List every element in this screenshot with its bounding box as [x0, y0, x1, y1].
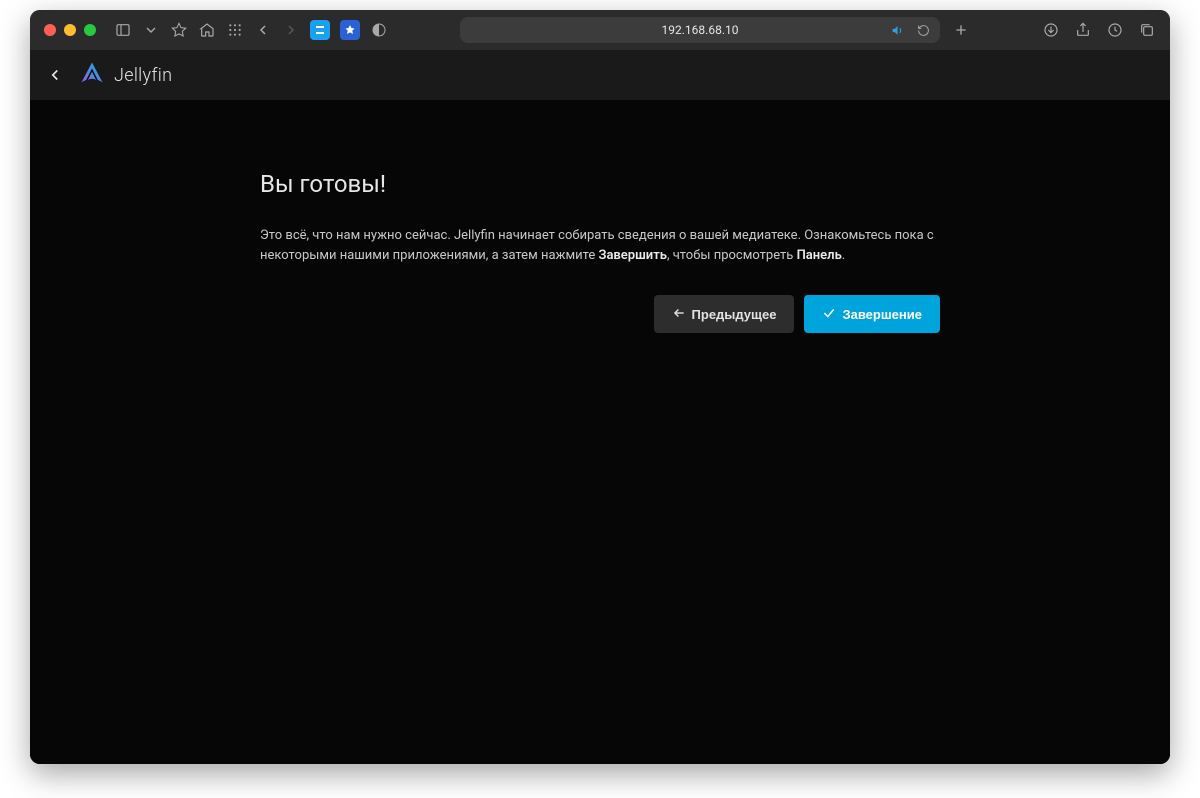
- address-url: 192.168.68.10: [662, 23, 739, 37]
- app-brand-name: Jellyfin: [114, 65, 172, 86]
- finish-button[interactable]: Завершение: [804, 295, 940, 333]
- app-logo[interactable]: Jellyfin: [78, 59, 172, 91]
- nav-forward-icon[interactable]: [282, 21, 300, 39]
- browser-window: 192.168.68.10: [30, 10, 1170, 764]
- downloads-icon[interactable]: [1042, 21, 1060, 39]
- body-bold-1: Завершить: [598, 248, 666, 263]
- app-header: Jellyfin: [30, 50, 1170, 100]
- new-tab-icon[interactable]: [952, 21, 970, 39]
- app-area: Jellyfin Вы готовы! Это всё, что нам нуж…: [30, 50, 1170, 764]
- home-icon[interactable]: [198, 21, 216, 39]
- chevron-down-icon[interactable]: [142, 21, 160, 39]
- previous-button[interactable]: Предыдущее: [654, 295, 795, 333]
- share-icon[interactable]: [1074, 21, 1092, 39]
- minimize-window-icon[interactable]: [64, 24, 76, 36]
- toolbar-left: [114, 20, 388, 40]
- body-part-2: , чтобы просмотреть: [667, 248, 797, 263]
- address-bar[interactable]: 192.168.68.10: [460, 17, 940, 43]
- history-icon[interactable]: [1106, 21, 1124, 39]
- address-bar-container: 192.168.68.10: [410, 17, 1020, 43]
- zoom-window-icon[interactable]: [84, 24, 96, 36]
- wizard-button-row: Предыдущее Завершение: [260, 295, 940, 333]
- traffic-lights: [44, 24, 96, 36]
- arrow-left-icon: [672, 306, 686, 323]
- check-icon: [822, 306, 836, 323]
- contrast-shield-icon[interactable]: [370, 21, 388, 39]
- wizard-finished-panel: Вы готовы! Это всё, что нам нужно сейчас…: [260, 170, 940, 764]
- bookmark-star-icon[interactable]: [170, 21, 188, 39]
- jellyfin-logo-icon: [78, 59, 106, 91]
- back-button[interactable]: [46, 66, 64, 84]
- body-part-3: .: [842, 248, 845, 263]
- previous-button-label: Предыдущее: [692, 307, 777, 322]
- wizard-body-text: Это всё, что нам нужно сейчас. Jellyfin …: [260, 226, 940, 265]
- browser-chrome: 192.168.68.10: [30, 10, 1170, 50]
- toolbar-right: [1042, 21, 1156, 39]
- nav-back-icon[interactable]: [254, 21, 272, 39]
- close-window-icon[interactable]: [44, 24, 56, 36]
- tabs-overview-icon[interactable]: [1138, 21, 1156, 39]
- body-bold-2: Панель: [797, 248, 842, 263]
- apps-grid-icon[interactable]: [226, 21, 244, 39]
- reload-icon[interactable]: [914, 21, 932, 39]
- wizard-title: Вы готовы!: [260, 170, 940, 198]
- address-bar-right-icons: [888, 21, 932, 39]
- sidebar-toggle-icon[interactable]: [114, 21, 132, 39]
- extension-badge-1-icon[interactable]: [310, 20, 330, 40]
- finish-button-label: Завершение: [842, 307, 922, 322]
- extension-badge-2-icon[interactable]: [340, 20, 360, 40]
- content-area: Вы готовы! Это всё, что нам нужно сейчас…: [30, 100, 1170, 764]
- audio-playing-icon[interactable]: [888, 21, 906, 39]
